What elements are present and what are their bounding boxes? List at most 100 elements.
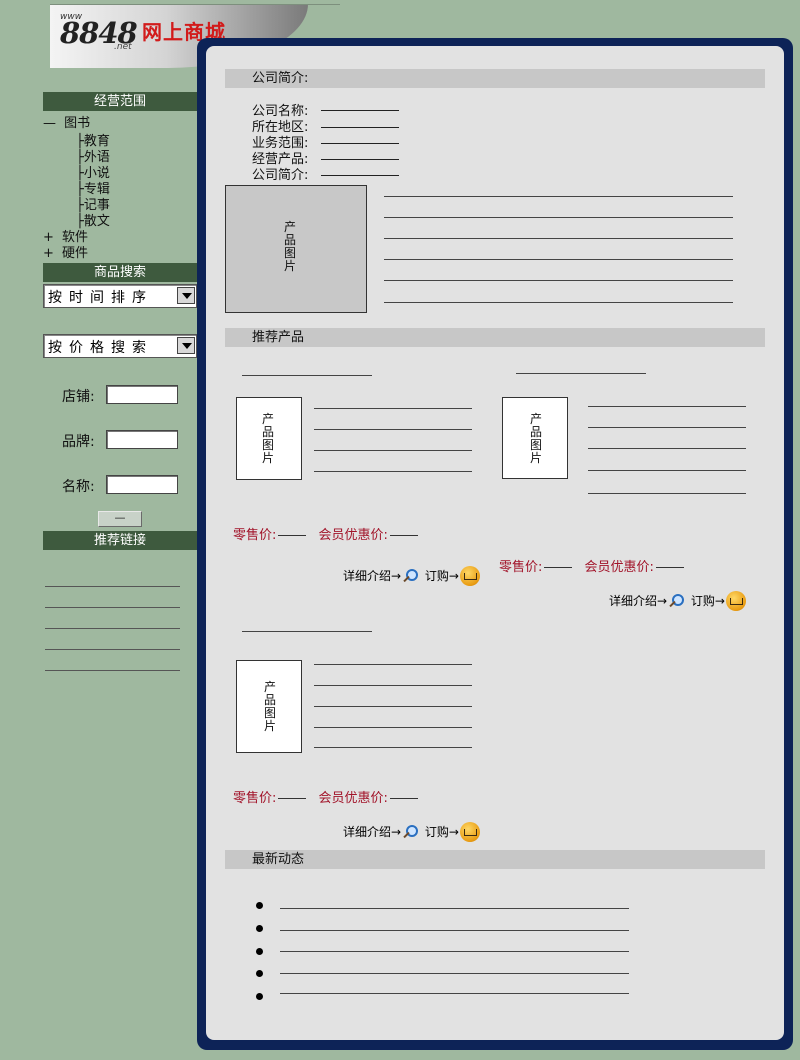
link-placeholder[interactable] — [45, 649, 180, 650]
tree-label-hardware: 硬件 — [62, 246, 89, 261]
product-desc-line — [588, 448, 746, 449]
search-button[interactable]: — — [98, 511, 142, 527]
company-intro-value — [321, 175, 399, 176]
tree-label: 教育 — [83, 134, 110, 149]
product-title-line[interactable] — [516, 373, 646, 374]
product-prices: 零售价: 会员优惠价: — [499, 556, 686, 575]
detail-link-label: 详细介绍 — [343, 568, 392, 583]
magnifier-icon[interactable] — [667, 593, 685, 609]
tree-item-software[interactable]: + 软件 — [43, 230, 88, 246]
order-link[interactable]: 订购→ — [424, 822, 481, 842]
member-price-label: 会员优惠价: — [318, 791, 388, 806]
product-title-line[interactable] — [242, 631, 372, 632]
product-photo-label: 产品图片 — [529, 412, 542, 465]
company-desc-line — [384, 302, 733, 303]
link-placeholder[interactable] — [45, 628, 180, 629]
logo-top-rule — [50, 4, 340, 5]
tree-branch: ├ — [76, 198, 84, 213]
company-business-label: 业务范围: — [252, 136, 309, 151]
company-intro-header: 公司简介: — [225, 69, 765, 88]
product-photo[interactable]: 产品图片 — [502, 397, 568, 479]
brand-input[interactable] — [106, 430, 178, 449]
arrow-icon: → — [448, 568, 459, 583]
product-actions: 详细介绍→ 订购→ — [609, 590, 747, 612]
product-actions: 详细介绍→ 订购→ — [343, 565, 481, 587]
sort-select-value: 按时间排序 — [48, 290, 153, 306]
store-input[interactable] — [106, 385, 178, 404]
order-link-label: 订购 — [424, 824, 449, 839]
tree-item-notes[interactable]: ├记事 — [76, 198, 110, 214]
order-link[interactable]: 订购→ — [424, 566, 481, 586]
product-prices: 零售价: 会员优惠价: — [233, 787, 420, 806]
product-photo-label: 产品图片 — [261, 412, 274, 465]
news-header: 最新动态 — [225, 850, 765, 869]
member-price-label: 会员优惠价: — [318, 528, 388, 543]
member-price-value — [655, 567, 684, 568]
product-photo[interactable]: 产品图片 — [236, 397, 302, 480]
tree-item-books[interactable]: — 图书 — [43, 116, 90, 132]
price-select[interactable]: 按价格搜索 — [43, 334, 197, 358]
magnifier-icon[interactable] — [401, 568, 419, 584]
tree-item-prose[interactable]: ├散文 — [76, 214, 110, 230]
expand-icon[interactable]: + — [43, 246, 54, 261]
detail-link[interactable]: 详细介绍→ — [343, 824, 419, 840]
recommended-links-header: 推荐链接 — [43, 531, 197, 550]
dropdown-arrow-icon[interactable] — [177, 287, 195, 304]
tree-item-hardware[interactable]: + 硬件 — [43, 246, 88, 262]
product-title-line[interactable] — [242, 375, 372, 376]
sort-select[interactable]: 按时间排序 — [43, 284, 197, 308]
news-item[interactable] — [280, 930, 629, 931]
shopping-cart-icon[interactable] — [459, 821, 481, 843]
product-desc-line — [588, 470, 746, 471]
retail-price-label: 零售价: — [233, 528, 277, 543]
product-desc-line — [314, 706, 472, 707]
order-link-label: 订购 — [424, 568, 449, 583]
company-info-labels: 公司名称: 所在地区: 业务范围: 经营产品: 公司简介: — [252, 104, 308, 184]
product-desc-line — [588, 427, 746, 428]
news-item[interactable] — [280, 993, 629, 994]
name-input[interactable] — [106, 475, 178, 494]
product-desc-line — [588, 406, 746, 407]
arrow-icon: → — [657, 593, 668, 608]
tree-item-novel[interactable]: ├小说 — [76, 166, 110, 182]
company-products-label: 经营产品: — [252, 152, 309, 167]
tree-label-software: 软件 — [62, 230, 89, 245]
magnifier-icon[interactable] — [401, 824, 419, 840]
expand-icon[interactable]: + — [43, 230, 54, 245]
link-placeholder[interactable] — [45, 670, 180, 671]
company-intro-label: 公司简介: — [252, 168, 309, 183]
detail-link[interactable]: 详细介绍→ — [609, 593, 685, 609]
news-title: 最新动态 — [252, 852, 305, 867]
dropdown-arrow-icon[interactable] — [177, 337, 195, 354]
company-photo: 产品图片 — [225, 185, 367, 313]
link-placeholder[interactable] — [45, 586, 180, 587]
product-desc-line — [314, 664, 472, 665]
member-price-value — [389, 798, 418, 799]
product-photo[interactable]: 产品图片 — [236, 660, 302, 753]
tree-item-album[interactable]: ├专辑 — [76, 182, 110, 198]
order-link[interactable]: 订购→ — [690, 591, 747, 611]
product-desc-line — [314, 471, 472, 472]
company-business-value — [321, 143, 399, 144]
shopping-cart-icon[interactable] — [459, 565, 481, 587]
product-desc-line — [314, 685, 472, 686]
shopping-cart-icon[interactable] — [725, 590, 747, 612]
detail-link[interactable]: 详细介绍→ — [343, 568, 419, 584]
product-search-header: 商品搜索 — [43, 263, 197, 282]
tree-item-education[interactable]: ├教育 — [76, 134, 110, 150]
link-placeholder[interactable] — [45, 607, 180, 608]
order-link-label: 订购 — [690, 593, 715, 608]
retail-price-label: 零售价: — [233, 791, 277, 806]
tree-label-books: 图书 — [64, 116, 91, 131]
tree-branch: ├ — [76, 166, 84, 181]
arrow-icon: → — [714, 593, 725, 608]
news-item[interactable] — [280, 951, 629, 952]
product-desc-line — [314, 450, 472, 451]
bullet-icon — [256, 925, 263, 932]
collapse-icon[interactable]: — — [43, 116, 56, 131]
company-desc-line — [384, 196, 733, 197]
recommended-title: 推荐产品 — [252, 330, 305, 345]
news-item[interactable] — [280, 973, 629, 974]
news-item[interactable] — [280, 908, 629, 909]
tree-item-foreign-language[interactable]: ├外语 — [76, 150, 110, 166]
